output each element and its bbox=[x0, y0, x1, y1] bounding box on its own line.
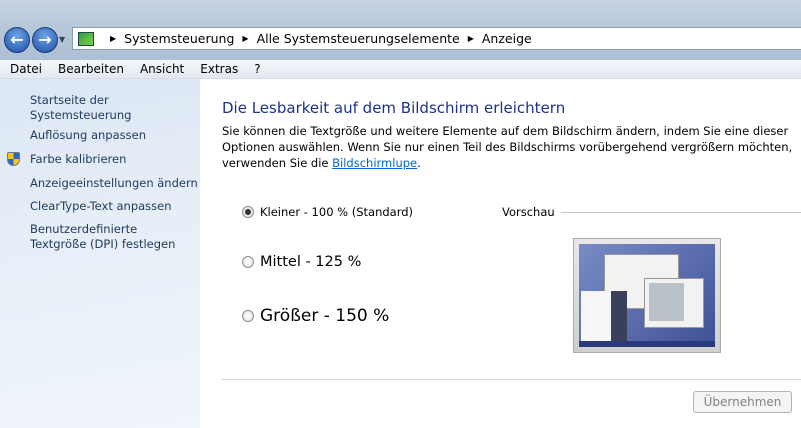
chevron-right-icon[interactable]: ▶ bbox=[468, 34, 474, 43]
title-bar: ← → ▼ ▶ Systemsteuerung ▶ Alle Systemste… bbox=[0, 0, 801, 60]
description: Sie können die Textgröße und weitere Ele… bbox=[222, 123, 797, 171]
preview-label: Vorschau bbox=[502, 205, 555, 219]
menu-bar: Datei Bearbeiten Ansicht Extras ? bbox=[0, 60, 801, 79]
menu-help[interactable]: ? bbox=[254, 62, 260, 76]
sidebar-item-home[interactable]: Startseite der Systemsteuerung bbox=[30, 93, 200, 123]
option-label: Kleiner - 100 % (Standard) bbox=[260, 205, 414, 219]
sidebar-item-resolution[interactable]: Auflösung anpassen bbox=[30, 128, 146, 143]
menu-datei[interactable]: Datei bbox=[10, 62, 42, 76]
sidebar-item-cleartype[interactable]: ClearType-Text anpassen bbox=[30, 199, 172, 214]
preview-window bbox=[644, 278, 704, 328]
address-bar[interactable]: ▶ Systemsteuerung ▶ Alle Systemsteuerung… bbox=[72, 27, 801, 50]
control-panel-icon bbox=[78, 31, 94, 46]
option-larger[interactable]: Größer - 150 % bbox=[242, 306, 389, 326]
option-label: Größer - 150 % bbox=[260, 306, 390, 326]
divider bbox=[222, 379, 801, 380]
breadcrumb-item[interactable]: Anzeige bbox=[482, 31, 532, 46]
sidebar: Startseite der Systemsteuerung Auflösung… bbox=[0, 79, 200, 428]
preview-start-menu bbox=[581, 291, 627, 343]
breadcrumb-item[interactable]: Alle Systemsteuerungselemente bbox=[257, 31, 460, 46]
preview-group: Vorschau bbox=[502, 205, 801, 219]
description-text: Sie können die Textgröße und weitere Ele… bbox=[222, 124, 793, 170]
option-label: Mittel - 125 % bbox=[260, 254, 362, 270]
preview-taskbar bbox=[579, 341, 715, 347]
page-title: Die Lesbarkeit auf dem Bildschirm erleic… bbox=[222, 99, 566, 117]
sidebar-item-display-settings[interactable]: Anzeigeeinstellungen ändern bbox=[30, 176, 198, 191]
recent-pages-dropdown-icon[interactable]: ▼ bbox=[59, 35, 65, 44]
preview-image bbox=[573, 238, 721, 353]
back-button[interactable]: ← bbox=[4, 27, 30, 53]
menu-extras[interactable]: Extras bbox=[200, 62, 238, 76]
option-medium[interactable]: Mittel - 125 % bbox=[242, 254, 361, 270]
radio[interactable] bbox=[242, 256, 254, 268]
radio[interactable] bbox=[242, 310, 254, 322]
magnifier-link[interactable]: Bildschirmlupe bbox=[332, 156, 417, 170]
sidebar-item-calibrate-color[interactable]: Farbe kalibrieren bbox=[30, 152, 126, 167]
apply-button[interactable]: Übernehmen bbox=[693, 391, 792, 413]
main-content: Die Lesbarkeit auf dem Bildschirm erleic… bbox=[222, 79, 801, 428]
radio-selected[interactable] bbox=[242, 206, 254, 218]
sidebar-item-custom-dpi[interactable]: Benutzerdefinierte Textgröße (DPI) festl… bbox=[30, 222, 195, 252]
breadcrumb-item[interactable]: Systemsteuerung bbox=[124, 31, 234, 46]
description-end: . bbox=[417, 156, 421, 170]
chevron-right-icon[interactable]: ▶ bbox=[242, 34, 248, 43]
menu-bearbeiten[interactable]: Bearbeiten bbox=[58, 62, 124, 76]
menu-ansicht[interactable]: Ansicht bbox=[140, 62, 184, 76]
chevron-right-icon[interactable]: ▶ bbox=[110, 34, 116, 43]
uac-shield-icon bbox=[7, 152, 20, 166]
forward-button[interactable]: → bbox=[32, 27, 58, 53]
option-smaller[interactable]: Kleiner - 100 % (Standard) bbox=[242, 205, 413, 219]
